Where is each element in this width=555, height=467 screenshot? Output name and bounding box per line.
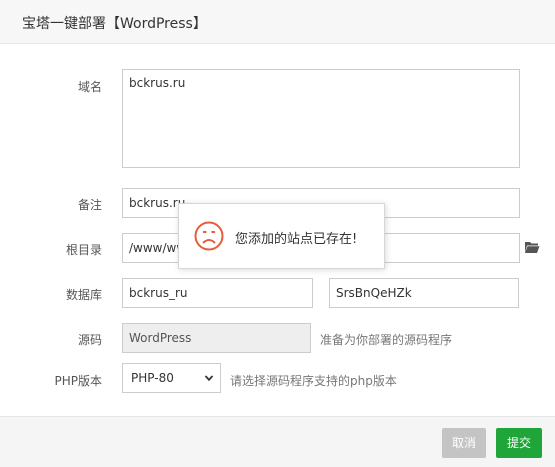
php-version-label: PHP版本: [54, 374, 103, 388]
dialog-titlebar: 宝塔一键部署【WordPress】: [0, 0, 555, 44]
database-name-value: bckrus_ru: [129, 286, 188, 300]
note-value: bckrus.ru: [129, 196, 186, 210]
cancel-button[interactable]: 取消: [442, 428, 486, 458]
domain-value: bckrus.ru: [129, 76, 186, 90]
note-label: 备注: [77, 198, 102, 212]
database-name-input[interactable]: bckrus_ru: [122, 278, 313, 308]
submit-button[interactable]: 提交: [496, 428, 542, 458]
domain-label: 域名: [77, 80, 102, 94]
source-value: WordPress: [129, 331, 192, 345]
database-password-input[interactable]: SrsBnQeHZk: [329, 278, 519, 308]
dialog-title: 宝塔一键部署【WordPress】: [22, 16, 207, 32]
database-password-value: SrsBnQeHZk: [336, 286, 412, 300]
sad-face-icon: [194, 221, 224, 251]
php-version-select[interactable]: PHP-80: [122, 363, 221, 393]
php-version-selected: PHP-80: [131, 371, 174, 385]
folder-open-icon[interactable]: [524, 240, 540, 254]
source-hint: 准备为你部署的源码程序: [320, 333, 453, 347]
error-toast: 您添加的站点已存在!: [178, 203, 385, 269]
database-label: 数据库: [65, 288, 102, 302]
domain-textarea[interactable]: bckrus.ru: [122, 69, 520, 168]
php-version-hint: 请选择源码程序支持的php版本: [230, 374, 397, 388]
root-dir-label: 根目录: [65, 243, 102, 257]
source-label: 源码: [77, 333, 102, 347]
source-input: WordPress: [122, 323, 311, 353]
deploy-dialog: 宝塔一键部署【WordPress】 域名 bckrus.ru 备注 bckrus…: [0, 0, 555, 467]
chevron-down-icon: [204, 375, 214, 382]
toast-message: 您添加的站点已存在!: [235, 232, 358, 247]
